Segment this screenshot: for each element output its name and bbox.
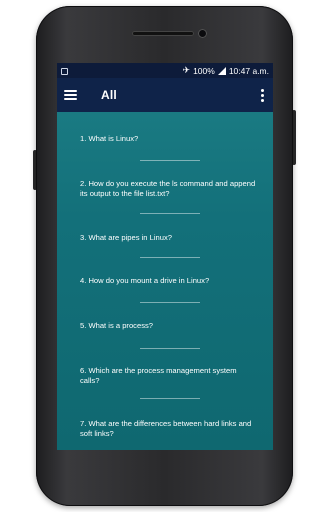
app-bar: All bbox=[57, 78, 273, 112]
battery-icon bbox=[217, 66, 226, 75]
divider bbox=[140, 348, 200, 349]
divider bbox=[140, 257, 200, 258]
question-item-1[interactable]: 1. What is Linux? bbox=[80, 134, 258, 144]
menu-icon[interactable] bbox=[64, 90, 77, 100]
app-screen: ✈ 100% 10:47 a.m. All 1. What is Linux? … bbox=[57, 63, 273, 450]
question-item-6[interactable]: 6. Which are the process management syst… bbox=[80, 366, 258, 386]
question-item-3[interactable]: 3. What are pipes in Linux? bbox=[80, 233, 258, 243]
battery-percent: 100% bbox=[193, 65, 215, 76]
airplane-icon: ✈ bbox=[182, 65, 191, 75]
question-item-5[interactable]: 5. What is a process? bbox=[80, 321, 258, 331]
question-item-7[interactable]: 7. What are the differences between hard… bbox=[80, 419, 258, 439]
status-right: ✈ 100% 10:47 a.m. bbox=[183, 66, 269, 76]
more-vert-icon[interactable] bbox=[259, 88, 265, 102]
status-bar: ✈ 100% 10:47 a.m. bbox=[57, 63, 273, 78]
earpiece bbox=[132, 31, 194, 36]
question-item-4[interactable]: 4. How do you mount a drive in Linux? bbox=[80, 276, 258, 286]
divider bbox=[140, 213, 200, 214]
screenshot-icon bbox=[61, 67, 68, 75]
status-time: 10:47 a.m. bbox=[228, 65, 269, 76]
page-title: All bbox=[101, 88, 117, 102]
divider bbox=[140, 398, 200, 399]
divider bbox=[140, 302, 200, 303]
phone-bottom-bezel bbox=[57, 450, 273, 482]
question-item-2[interactable]: 2. How do you execute the ls command and… bbox=[80, 179, 258, 199]
front-camera bbox=[198, 29, 207, 38]
question-list: 1. What is Linux? 2. How do you execute … bbox=[57, 112, 273, 450]
divider bbox=[140, 160, 200, 161]
